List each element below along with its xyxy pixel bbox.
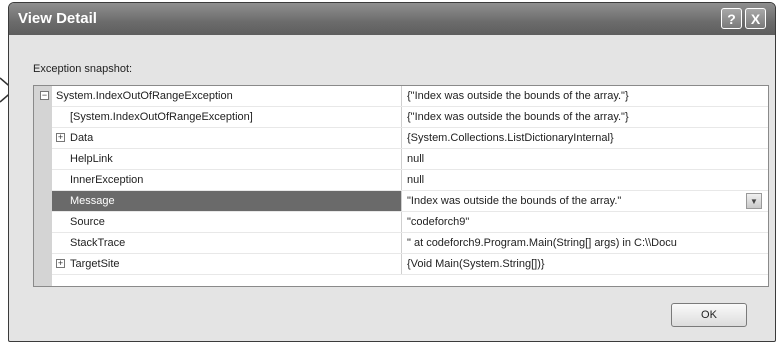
grid-row-source[interactable]: Source "codeforch9": [34, 212, 768, 233]
row-value: {System.Collections.ListDictionaryIntern…: [407, 132, 614, 144]
row-value: null: [407, 174, 425, 186]
row-name: TargetSite: [70, 258, 120, 270]
exception-property-grid: − System.IndexOutOfRangeException {"Inde…: [33, 85, 769, 287]
grid-row-targetsite[interactable]: + TargetSite {Void Main(System.String[])…: [34, 254, 768, 275]
plus-box-icon[interactable]: +: [56, 133, 65, 142]
minus-box-icon[interactable]: −: [40, 91, 49, 100]
row-value: {"Index was outside the bounds of the ar…: [407, 90, 629, 102]
row-value: {Void Main(System.String[])}: [407, 258, 545, 270]
grid-row-data[interactable]: + Data {System.Collections.ListDictionar…: [34, 128, 768, 149]
ok-button[interactable]: OK: [671, 303, 747, 327]
row-name: Source: [70, 216, 105, 228]
row-name: InnerException: [70, 174, 144, 186]
view-detail-dialog: View Detail ? X Exception snapshot: − Sy…: [8, 2, 776, 342]
grid-row-message[interactable]: Message "Index was outside the bounds of…: [34, 191, 768, 212]
grid-row-innerexception[interactable]: InnerException null: [34, 170, 768, 191]
plus-box-icon[interactable]: +: [56, 259, 65, 268]
row-value: null: [407, 153, 425, 165]
row-name: Message: [70, 195, 115, 207]
chevron-down-icon[interactable]: ▼: [746, 193, 762, 209]
row-value: "Index was outside the bounds of the arr…: [407, 195, 622, 207]
exception-snapshot-label: Exception snapshot:: [33, 63, 133, 75]
row-name: Data: [70, 132, 94, 144]
row-name: HelpLink: [70, 153, 113, 165]
grid-row-exception[interactable]: − System.IndexOutOfRangeException {"Inde…: [34, 86, 768, 107]
dialog-title: View Detail: [18, 10, 97, 27]
row-name: StackTrace: [70, 237, 126, 249]
grid-row-stacktrace[interactable]: StackTrace " at codeforch9.Program.Main(…: [34, 233, 768, 254]
row-name: [System.IndexOutOfRangeException]: [70, 111, 253, 123]
grid-row-helplink[interactable]: HelpLink null: [34, 149, 768, 170]
row-value: "codeforch9": [407, 216, 470, 228]
row-name: System.IndexOutOfRangeException: [56, 90, 233, 102]
help-button[interactable]: ?: [721, 8, 742, 29]
close-button[interactable]: X: [745, 8, 766, 29]
title-bar: View Detail ? X: [9, 3, 775, 35]
row-value: " at codeforch9.Program.Main(String[] ar…: [407, 237, 677, 249]
row-value: {"Index was outside the bounds of the ar…: [407, 111, 629, 123]
grid-row-exception-type[interactable]: [System.IndexOutOfRangeException] {"Inde…: [34, 107, 768, 128]
